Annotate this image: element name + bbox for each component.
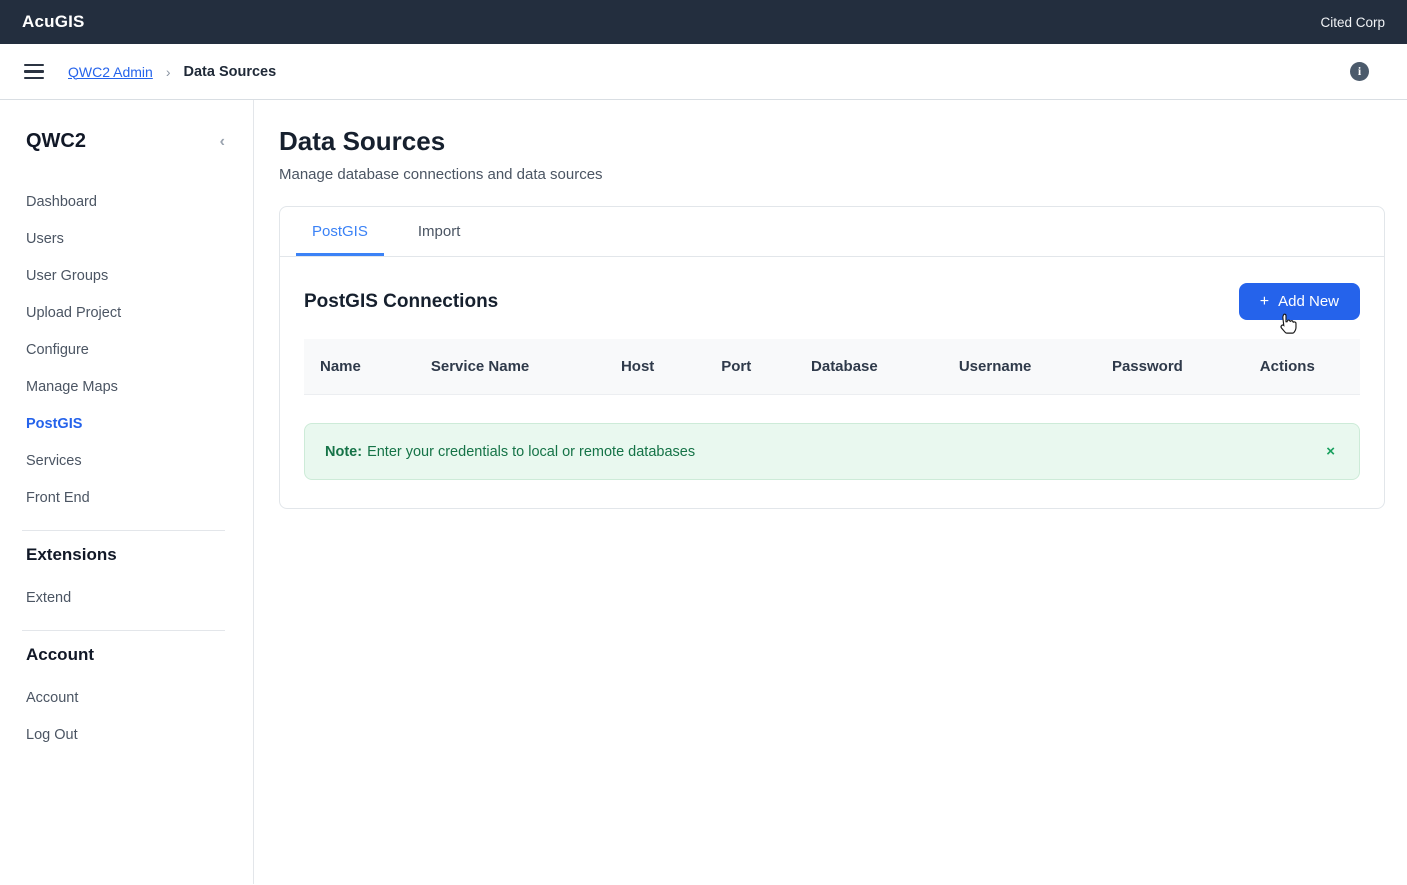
info-icon[interactable]: i — [1350, 62, 1369, 81]
sidebar-item-services[interactable]: Services — [26, 442, 237, 479]
breadcrumb-link-qwc2-admin[interactable]: QWC2 Admin — [68, 64, 153, 80]
note-alert: Note: Enter your credentials to local or… — [304, 423, 1360, 480]
column-header-actions: Actions — [1244, 339, 1360, 395]
sidebar-item-configure[interactable]: Configure — [26, 331, 237, 368]
sidebar-section-account: Account — [26, 645, 237, 665]
column-header-port: Port — [705, 339, 795, 395]
sidebar: QWC2 ‹ Dashboard Users User Groups Uploa… — [0, 100, 254, 884]
add-new-button-label: Add New — [1278, 293, 1339, 310]
close-icon[interactable]: × — [1322, 442, 1339, 461]
tab-bar: PostGIS Import — [280, 207, 1384, 257]
add-new-button[interactable]: + Add New — [1239, 283, 1360, 320]
sidebar-item-user-groups[interactable]: User Groups — [26, 257, 237, 294]
org-name: Cited Corp — [1320, 15, 1385, 30]
column-header-host: Host — [605, 339, 705, 395]
column-header-service-name: Service Name — [415, 339, 605, 395]
breadcrumb-bar: QWC2 Admin › Data Sources i — [0, 44, 1407, 100]
column-header-database: Database — [795, 339, 943, 395]
chevron-right-icon: › — [166, 64, 171, 80]
sidebar-item-extend[interactable]: Extend — [26, 579, 237, 616]
tab-import[interactable]: Import — [402, 207, 477, 256]
sidebar-item-postgis[interactable]: PostGIS — [26, 405, 237, 442]
column-header-username: Username — [943, 339, 1096, 395]
table-header-row: Name Service Name Host Port Database Use… — [304, 339, 1360, 395]
sidebar-divider — [22, 630, 225, 631]
sidebar-section-extensions: Extensions — [26, 545, 237, 565]
sidebar-title: QWC2 — [26, 130, 86, 153]
note-text: Enter your credentials to local or remot… — [367, 444, 695, 460]
plus-icon: + — [1260, 294, 1269, 310]
hamburger-menu-icon[interactable] — [24, 64, 44, 80]
tab-postgis[interactable]: PostGIS — [296, 207, 384, 256]
connections-table: Name Service Name Host Port Database Use… — [304, 339, 1360, 395]
top-navbar: AcuGIS Cited Corp — [0, 0, 1407, 44]
main-content: Data Sources Manage database connections… — [254, 100, 1407, 884]
sidebar-item-dashboard[interactable]: Dashboard — [26, 183, 237, 220]
sidebar-item-log-out[interactable]: Log Out — [26, 716, 237, 753]
page-subtitle: Manage database connections and data sou… — [279, 166, 1385, 183]
page-title: Data Sources — [279, 126, 1385, 157]
sidebar-item-users[interactable]: Users — [26, 220, 237, 257]
breadcrumb-current: Data Sources — [183, 64, 276, 80]
note-prefix: Note: — [325, 444, 362, 460]
sidebar-item-account[interactable]: Account — [26, 679, 237, 716]
app-logo[interactable]: AcuGIS — [22, 12, 85, 32]
sidebar-collapse-icon[interactable]: ‹ — [220, 133, 225, 151]
sidebar-item-front-end[interactable]: Front End — [26, 479, 237, 516]
sidebar-divider — [22, 530, 225, 531]
sidebar-item-upload-project[interactable]: Upload Project — [26, 294, 237, 331]
data-sources-card: PostGIS Import PostGIS Connections + Add… — [279, 206, 1385, 509]
column-header-password: Password — [1096, 339, 1244, 395]
column-header-name: Name — [304, 339, 415, 395]
sidebar-item-manage-maps[interactable]: Manage Maps — [26, 368, 237, 405]
panel-title: PostGIS Connections — [304, 291, 498, 313]
